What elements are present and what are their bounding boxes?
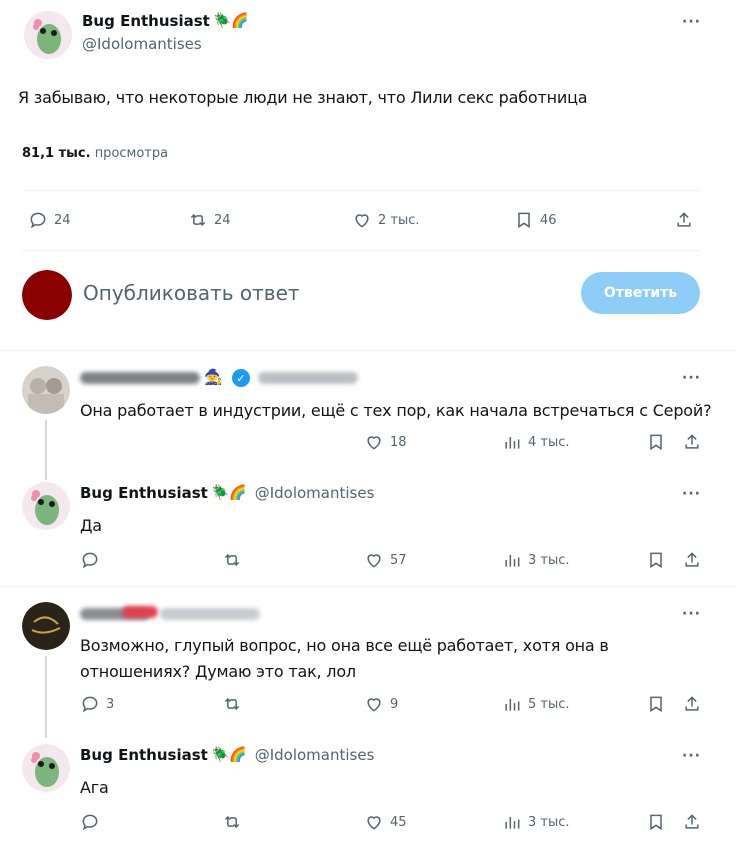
verified-badge-icon: ✓	[232, 369, 250, 387]
bookmark-icon	[650, 814, 662, 831]
repost-icon	[190, 213, 206, 227]
reply-text: Возможно, глупый вопрос, но она все ещё …	[80, 636, 609, 681]
reply-icon	[30, 212, 46, 229]
share-icon	[685, 434, 699, 449]
like-button[interactable]: 2 тыс.	[352, 210, 420, 230]
heart-icon	[367, 816, 381, 830]
views-button[interactable]: 5 тыс.	[502, 694, 570, 714]
analytics-icon	[505, 437, 520, 449]
author-emoji: 🪲🌈	[213, 13, 249, 29]
repost-icon	[224, 553, 240, 567]
user-avatar[interactable]	[22, 270, 72, 320]
reply-icon	[82, 696, 98, 713]
share-icon	[685, 814, 699, 829]
author-emoji: 🧙	[204, 368, 223, 386]
author-name[interactable]: Bug Enthusiast	[80, 746, 208, 764]
obscured-handle	[160, 608, 260, 620]
reply-text: Да	[80, 516, 102, 535]
like-button[interactable]: 45	[364, 812, 407, 832]
tweet-text: Я забываю, что некоторые люди не знают, …	[18, 88, 588, 107]
like-button[interactable]: 9	[364, 694, 398, 714]
more-options-icon[interactable]: ···	[682, 370, 701, 386]
avatar[interactable]	[22, 366, 70, 414]
avatar[interactable]	[22, 482, 70, 530]
obscured-handle	[258, 372, 358, 384]
reply-button[interactable]: 24	[28, 210, 71, 230]
author-handle[interactable]: @Idolomantises	[255, 484, 375, 502]
bookmark-button[interactable]	[646, 812, 666, 836]
like-button[interactable]: 57	[364, 550, 407, 570]
like-button[interactable]: 18	[364, 432, 407, 452]
share-icon	[685, 552, 699, 567]
reply-input[interactable]: Опубликовать ответ	[83, 281, 300, 305]
heart-icon	[355, 214, 369, 228]
author-handle[interactable]: @Idolomantises	[255, 746, 375, 764]
view-count: 81,1 тыс.	[22, 146, 91, 161]
reply-button[interactable]: 3	[80, 694, 114, 714]
share-button[interactable]	[682, 694, 702, 718]
share-icon	[685, 696, 699, 711]
author-name[interactable]: Bug Enthusiast	[82, 12, 210, 30]
reply-button[interactable]	[80, 812, 100, 836]
reply-submit-button[interactable]: Ответить	[581, 272, 700, 314]
bookmark-icon	[650, 552, 662, 569]
reply-button[interactable]	[80, 550, 100, 574]
author-name[interactable]: Bug Enthusiast	[80, 484, 208, 502]
obscured-username	[80, 372, 200, 384]
repost-icon	[224, 815, 240, 829]
repost-icon	[224, 697, 240, 711]
share-button[interactable]	[682, 432, 702, 456]
more-options-icon[interactable]: ···	[682, 748, 701, 764]
repost-button[interactable]	[222, 694, 242, 718]
reply-text: Она работает в индустрии, ещё с тех пор,…	[80, 401, 712, 420]
heart-icon	[367, 698, 381, 712]
analytics-icon	[505, 699, 520, 711]
more-options-icon[interactable]: ···	[682, 606, 701, 622]
thread-line	[45, 656, 47, 738]
more-options-icon[interactable]: ···	[682, 14, 701, 30]
reply-icon	[82, 814, 98, 831]
author-emoji: 🪲🌈	[211, 485, 247, 501]
repost-button[interactable]	[222, 550, 242, 574]
analytics-icon	[505, 555, 520, 567]
views-button[interactable]: 3 тыс.	[502, 812, 570, 832]
view-label: просмотра	[94, 146, 169, 161]
views-button[interactable]: 4 тыс.	[502, 432, 570, 452]
bookmark-button[interactable]	[646, 694, 666, 718]
bookmark-button[interactable]	[646, 432, 666, 456]
bookmark-icon	[650, 434, 662, 451]
heart-icon	[367, 554, 381, 568]
bookmark-icon	[518, 212, 530, 229]
author-emoji: 🪲🌈	[211, 747, 247, 763]
more-options-icon[interactable]: ···	[682, 486, 701, 502]
share-icon	[677, 212, 691, 227]
analytics-icon	[505, 817, 520, 829]
repost-button[interactable]: 24	[188, 210, 231, 230]
repost-button[interactable]	[222, 812, 242, 836]
avatar[interactable]	[22, 744, 70, 792]
views-button[interactable]: 3 тыс.	[502, 550, 570, 570]
bookmark-icon	[650, 696, 662, 713]
bookmark-button[interactable]: 46	[514, 210, 557, 230]
share-button[interactable]	[682, 550, 702, 574]
obscured-username	[122, 606, 158, 618]
share-button[interactable]	[682, 812, 702, 836]
author-handle[interactable]: @Idolomantises	[82, 35, 202, 53]
reply-icon	[82, 552, 98, 569]
avatar[interactable]	[24, 11, 72, 59]
bookmark-button[interactable]	[646, 550, 666, 574]
reply-text: Ага	[80, 778, 109, 797]
share-button[interactable]	[674, 210, 694, 234]
avatar[interactable]	[22, 602, 70, 650]
heart-icon	[367, 436, 381, 450]
thread-line	[45, 420, 47, 480]
